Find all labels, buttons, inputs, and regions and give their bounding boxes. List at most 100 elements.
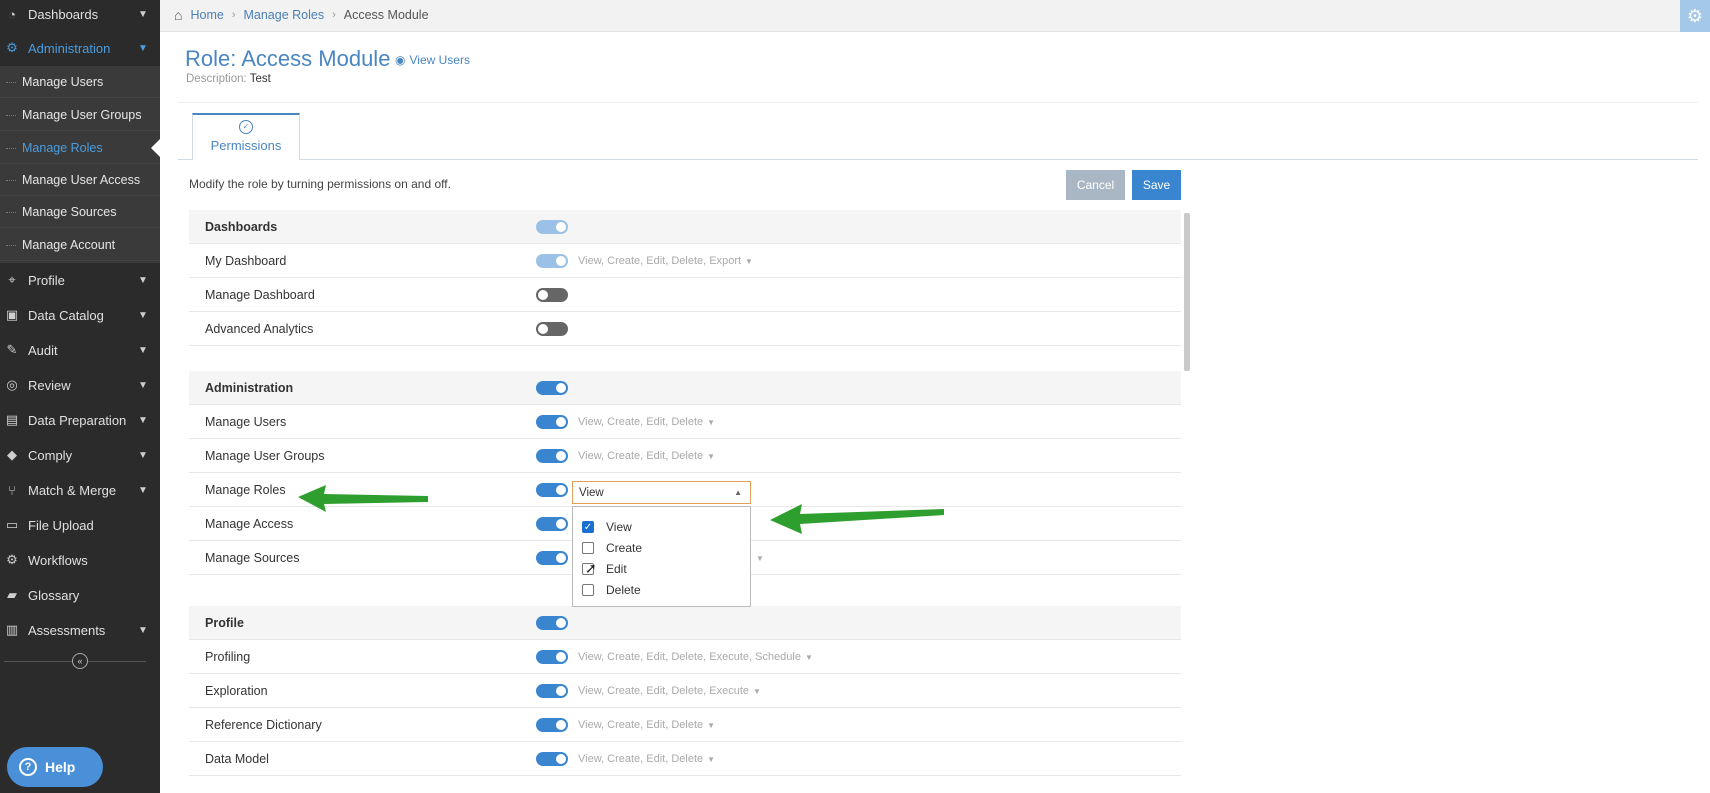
nav-assessments[interactable]: ▥ Assessments ▼	[0, 613, 160, 647]
perm-select-reference-dictionary[interactable]: View, Create, Edit, Delete ▼	[578, 719, 715, 731]
cancel-button[interactable]: Cancel	[1066, 170, 1125, 200]
option-label: Delete	[606, 583, 641, 597]
upload-icon: ▭	[5, 517, 19, 532]
section-label: Profile	[205, 615, 244, 630]
checkbox-view[interactable]: ✓	[582, 521, 594, 533]
breadcrumb-manage-roles[interactable]: Manage Roles	[243, 8, 324, 22]
help-label: Help	[45, 759, 76, 775]
nav-label: File Upload	[28, 517, 94, 533]
nav-glossary[interactable]: ▰ Glossary	[0, 578, 160, 612]
nav-data-preparation[interactable]: ▤ Data Preparation ▼	[0, 403, 160, 437]
permission-row-data-model: Data Model View, Create, Edit, Delete ▼	[189, 742, 1181, 776]
nav-administration[interactable]: ⚙ Administration ▼	[0, 31, 160, 65]
row-label: Advanced Analytics	[205, 321, 314, 336]
perm-select-manage-user-groups[interactable]: View, Create, Edit, Delete ▼	[578, 450, 715, 462]
annotation-arrow-left-icon	[298, 485, 428, 512]
toggle-my-dashboard[interactable]	[536, 254, 568, 268]
gears-icon: ⚙	[6, 40, 18, 55]
perm-select-data-model[interactable]: View, Create, Edit, Delete ▼	[578, 753, 715, 765]
nav-label: Workflows	[28, 552, 88, 568]
permission-row-manage-user-groups: Manage User Groups View, Create, Edit, D…	[189, 439, 1181, 473]
toggle-manage-users[interactable]	[536, 415, 568, 429]
nav-dashboards[interactable]: ◔ Dashboards ▼	[0, 0, 160, 31]
nav-file-upload[interactable]: ▭ File Upload	[0, 508, 160, 542]
checkbox-create[interactable]	[582, 542, 594, 554]
toggle-manage-roles[interactable]	[536, 483, 568, 497]
nav-label: Administration	[28, 40, 111, 56]
option-create[interactable]: Create	[582, 539, 642, 557]
nav-audit[interactable]: ✎ Audit ▼	[0, 333, 160, 367]
description-label: Description:	[186, 73, 247, 85]
description-value: Test	[249, 73, 271, 85]
sub-label: Manage Users	[22, 74, 104, 89]
option-view[interactable]: ✓ View	[582, 518, 632, 536]
view-users-link[interactable]: ◉ View Users	[395, 53, 470, 67]
nav-label: Match & Merge	[28, 482, 117, 498]
sidebar-item-manage-users[interactable]: Manage Users	[0, 66, 160, 98]
toggle-dashboards[interactable]	[536, 220, 568, 234]
nav-label: Glossary	[28, 587, 80, 603]
catalog-icon: ▣	[5, 307, 19, 322]
perm-select-exploration[interactable]: View, Create, Edit, Delete, Execute ▼	[578, 685, 761, 697]
sidebar: ◔ Dashboards ▼ ⚙ Administration ▼ Manage…	[0, 0, 161, 793]
perm-text: View, Create, Edit, Delete, Execute	[578, 684, 749, 697]
perm-select-manage-users[interactable]: View, Create, Edit, Delete ▼	[578, 416, 715, 428]
option-delete[interactable]: Delete	[582, 581, 641, 599]
save-button[interactable]: Save	[1132, 170, 1181, 200]
breadcrumb: ⌂ Home › Manage Roles › Access Module	[174, 0, 429, 30]
administration-submenu: Manage Users Manage User Groups Manage R…	[0, 66, 161, 263]
toggle-administration[interactable]	[536, 381, 568, 395]
breadcrumb-home[interactable]: Home	[190, 8, 223, 22]
caret-down-icon: ▼	[707, 451, 716, 461]
sidebar-item-manage-user-groups[interactable]: Manage User Groups	[0, 99, 160, 131]
toggle-data-model[interactable]	[536, 752, 568, 766]
nav-profile[interactable]: ⌖ Profile ▼	[0, 263, 160, 297]
sidebar-item-manage-account[interactable]: Manage Account	[0, 229, 160, 261]
collapse-sidebar-icon[interactable]: «	[72, 653, 88, 669]
sub-label: Manage Roles	[22, 140, 103, 155]
checkbox-delete[interactable]	[582, 584, 594, 596]
tab-permissions[interactable]: ✓ Permissions	[192, 113, 300, 160]
toggle-profile[interactable]	[536, 616, 568, 630]
toggle-manage-dashboard[interactable]	[536, 288, 568, 302]
toggle-manage-access[interactable]	[536, 517, 568, 531]
chevron-down-icon: ▼	[138, 345, 148, 356]
permission-row-exploration: Exploration View, Create, Edit, Delete, …	[189, 674, 1181, 708]
option-label: Create	[606, 541, 643, 555]
sidebar-item-manage-roles[interactable]: Manage Roles	[0, 132, 161, 164]
nav-label: Data Catalog	[28, 307, 104, 323]
perm-select-profiling[interactable]: View, Create, Edit, Delete, Execute, Sch…	[578, 651, 813, 663]
perm-select-manage-sources[interactable]: ▼	[752, 552, 764, 564]
toggle-advanced-analytics[interactable]	[536, 322, 568, 336]
nav-review[interactable]: ◎ Review ▼	[0, 368, 160, 402]
toggle-manage-user-groups[interactable]	[536, 449, 568, 463]
home-icon[interactable]: ⌂	[174, 7, 182, 23]
nav-data-catalog[interactable]: ▣ Data Catalog ▼	[0, 298, 160, 332]
perm-text: View, Create, Edit, Delete	[578, 449, 704, 462]
nav-workflows[interactable]: ⚙ Workflows	[0, 543, 160, 577]
sidebar-item-manage-user-access[interactable]: Manage User Access	[0, 164, 160, 196]
section-header-dashboards: Dashboards	[189, 210, 1181, 244]
toggle-exploration[interactable]	[536, 684, 568, 698]
toggle-reference-dictionary[interactable]	[536, 718, 568, 732]
dashboard-icon: ◔	[8, 6, 16, 22]
manage-roles-permission-select[interactable]: View ▲	[572, 481, 751, 504]
toggle-profiling[interactable]	[536, 650, 568, 664]
caret-down-icon: ▼	[707, 754, 716, 764]
nav-comply[interactable]: ◆ Comply ▼	[0, 438, 160, 472]
check-circle-icon: ✓	[239, 120, 253, 134]
nav-label: Review	[28, 377, 71, 393]
permission-row-manage-users: Manage Users View, Create, Edit, Delete ▼	[189, 405, 1181, 439]
chevron-down-icon: ▼	[138, 625, 148, 636]
section-header-administration: Administration	[189, 371, 1181, 405]
panel-scrollbar[interactable]	[1184, 213, 1190, 371]
settings-gear-icon[interactable]: ⚙	[1680, 0, 1710, 32]
permission-row-manage-dashboard: Manage Dashboard	[189, 278, 1181, 312]
help-button[interactable]: ? Help	[7, 747, 103, 787]
perm-select-my-dashboard[interactable]: View, Create, Edit, Delete, Export ▼	[578, 255, 753, 267]
divider	[178, 102, 1698, 103]
sidebar-item-manage-sources[interactable]: Manage Sources	[0, 196, 160, 228]
tab-divider	[178, 159, 1698, 160]
toggle-manage-sources[interactable]	[536, 551, 568, 565]
nav-match-merge[interactable]: ⑂ Match & Merge ▼	[0, 473, 160, 507]
